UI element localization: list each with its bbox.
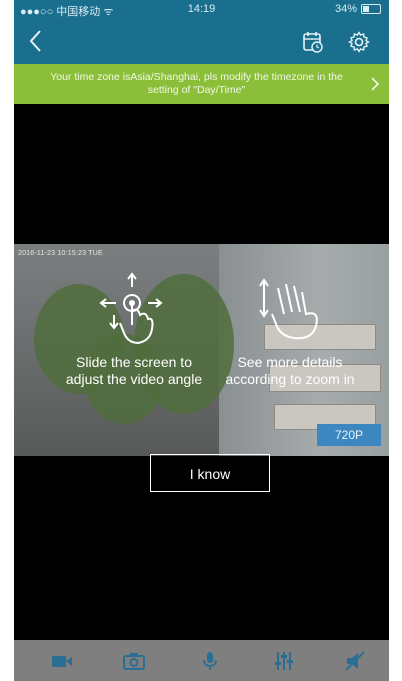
battery-percent: 34%: [334, 3, 357, 15]
speaker-muted-icon: [345, 651, 365, 671]
chevron-left-icon: [29, 30, 41, 52]
i-know-button[interactable]: I know: [150, 454, 270, 492]
back-button[interactable]: [22, 26, 52, 56]
timezone-notice-text: Your time zone isAsia/Shanghai, pls modi…: [50, 71, 343, 96]
hint-zoom-text: See more details according to zoom in: [225, 354, 355, 387]
snapshot-button[interactable]: [122, 650, 146, 672]
slide-gesture-icon: [99, 272, 163, 345]
mute-button[interactable]: [344, 650, 368, 672]
status-bar: ●●●○○ 中国移动 ᯤ 14:19 34%: [14, 0, 389, 20]
settings-button[interactable]: [347, 30, 371, 54]
video-timestamp: 2016-11-23 10:15:23 TUE: [18, 250, 103, 257]
live-video-view[interactable]: 2016-11-23 10:15:23 TUE Slide the screen…: [14, 244, 389, 456]
microphone-button[interactable]: [198, 650, 222, 672]
battery-icon: [361, 4, 381, 14]
calendar-playback-icon: [303, 32, 323, 53]
app-screen: ●●●○○ 中国移动 ᯤ 14:19 34% Your time zone is…: [14, 0, 389, 681]
playback-button[interactable]: [301, 30, 325, 54]
adjust-button[interactable]: [272, 650, 296, 672]
hint-slide-text: Slide the screen to adjust the video ang…: [65, 354, 203, 387]
snapshot-camera-icon: [123, 653, 145, 670]
status-time: 14:19: [187, 3, 216, 15]
record-icon: [52, 656, 72, 667]
status-right: 34%: [335, 3, 381, 15]
gear-icon: [348, 31, 370, 53]
nav-bar: [14, 20, 389, 64]
timezone-notice[interactable]: Your time zone isAsia/Shanghai, pls modi…: [14, 64, 389, 104]
zoom-gesture-icon: [259, 278, 318, 340]
chevron-right-icon: [371, 77, 380, 91]
record-button[interactable]: [50, 650, 74, 672]
microphone-icon: [203, 652, 217, 670]
bottom-toolbar: [14, 640, 389, 681]
resolution-badge[interactable]: 720P: [317, 424, 381, 446]
settings-sliders-icon: [275, 652, 293, 670]
